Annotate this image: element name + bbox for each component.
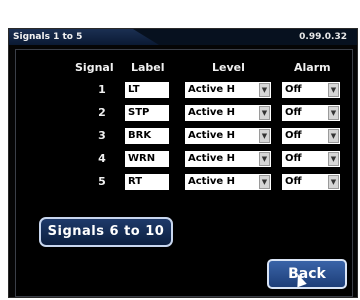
alarm-select[interactable]: Off ▼ (282, 105, 340, 121)
title-tab: Signals 1 to 5 (9, 29, 159, 45)
alarm-select[interactable]: Off ▼ (282, 174, 340, 190)
alarm-select[interactable]: Off ▼ (282, 128, 340, 144)
signal-row-4: 4 WRN Active H ▼ Off ▼ (9, 150, 357, 168)
alarm-select[interactable]: Off ▼ (282, 151, 340, 167)
signal-number: 1 (98, 83, 106, 96)
alarm-value: Off (285, 84, 302, 95)
level-select[interactable]: Active H ▼ (185, 82, 271, 98)
label-field[interactable]: LT (125, 82, 169, 98)
signal-number: 4 (98, 152, 106, 165)
level-select[interactable]: Active H ▼ (185, 151, 271, 167)
level-value: Active H (188, 107, 236, 118)
signal-row-3: 3 BRK Active H ▼ Off ▼ (9, 127, 357, 145)
signal-number: 5 (98, 175, 106, 188)
back-button[interactable]: Back (267, 259, 347, 289)
label-field[interactable]: BRK (125, 128, 169, 144)
label-field[interactable]: WRN (125, 151, 169, 167)
signal-number: 3 (98, 129, 106, 142)
level-value: Active H (188, 130, 236, 141)
dropdown-arrow-icon[interactable]: ▼ (328, 129, 339, 143)
alarm-value: Off (285, 130, 302, 141)
title-bar: Signals 1 to 5 0.99.0.32 (9, 29, 357, 45)
signals-6-to-10-button[interactable]: Signals 6 to 10 (39, 217, 173, 247)
device-screen: Signals 1 to 5 0.99.0.32 Signal Label Le… (8, 28, 358, 298)
page-title: Signals 1 to 5 (13, 32, 83, 42)
level-select[interactable]: Active H ▼ (185, 105, 271, 121)
column-header-signal: Signal (75, 61, 114, 74)
dropdown-arrow-icon[interactable]: ▼ (259, 175, 270, 189)
column-header-label: Label (131, 61, 165, 74)
dropdown-arrow-icon[interactable]: ▼ (259, 106, 270, 120)
dropdown-arrow-icon[interactable]: ▼ (259, 152, 270, 166)
signal-number: 2 (98, 106, 106, 119)
dropdown-arrow-icon[interactable]: ▼ (328, 106, 339, 120)
signal-row-5: 5 RT Active H ▼ Off ▼ (9, 173, 357, 191)
dropdown-arrow-icon[interactable]: ▼ (328, 83, 339, 97)
dropdown-arrow-icon[interactable]: ▼ (328, 152, 339, 166)
alarm-value: Off (285, 107, 302, 118)
level-value: Active H (188, 84, 236, 95)
signal-row-1: 1 LT Active H ▼ Off ▼ (9, 81, 357, 99)
alarm-value: Off (285, 176, 302, 187)
dropdown-arrow-icon[interactable]: ▼ (259, 83, 270, 97)
level-select[interactable]: Active H ▼ (185, 128, 271, 144)
signal-row-2: 2 STP Active H ▼ Off ▼ (9, 104, 357, 122)
alarm-select[interactable]: Off ▼ (282, 82, 340, 98)
level-select[interactable]: Active H ▼ (185, 174, 271, 190)
version-label: 0.99.0.32 (299, 32, 347, 42)
label-field[interactable]: STP (125, 105, 169, 121)
column-header-alarm: Alarm (294, 61, 331, 74)
alarm-value: Off (285, 153, 302, 164)
column-header-level: Level (212, 61, 245, 74)
label-field[interactable]: RT (125, 174, 169, 190)
level-value: Active H (188, 176, 236, 187)
dropdown-arrow-icon[interactable]: ▼ (328, 175, 339, 189)
dropdown-arrow-icon[interactable]: ▼ (259, 129, 270, 143)
level-value: Active H (188, 153, 236, 164)
